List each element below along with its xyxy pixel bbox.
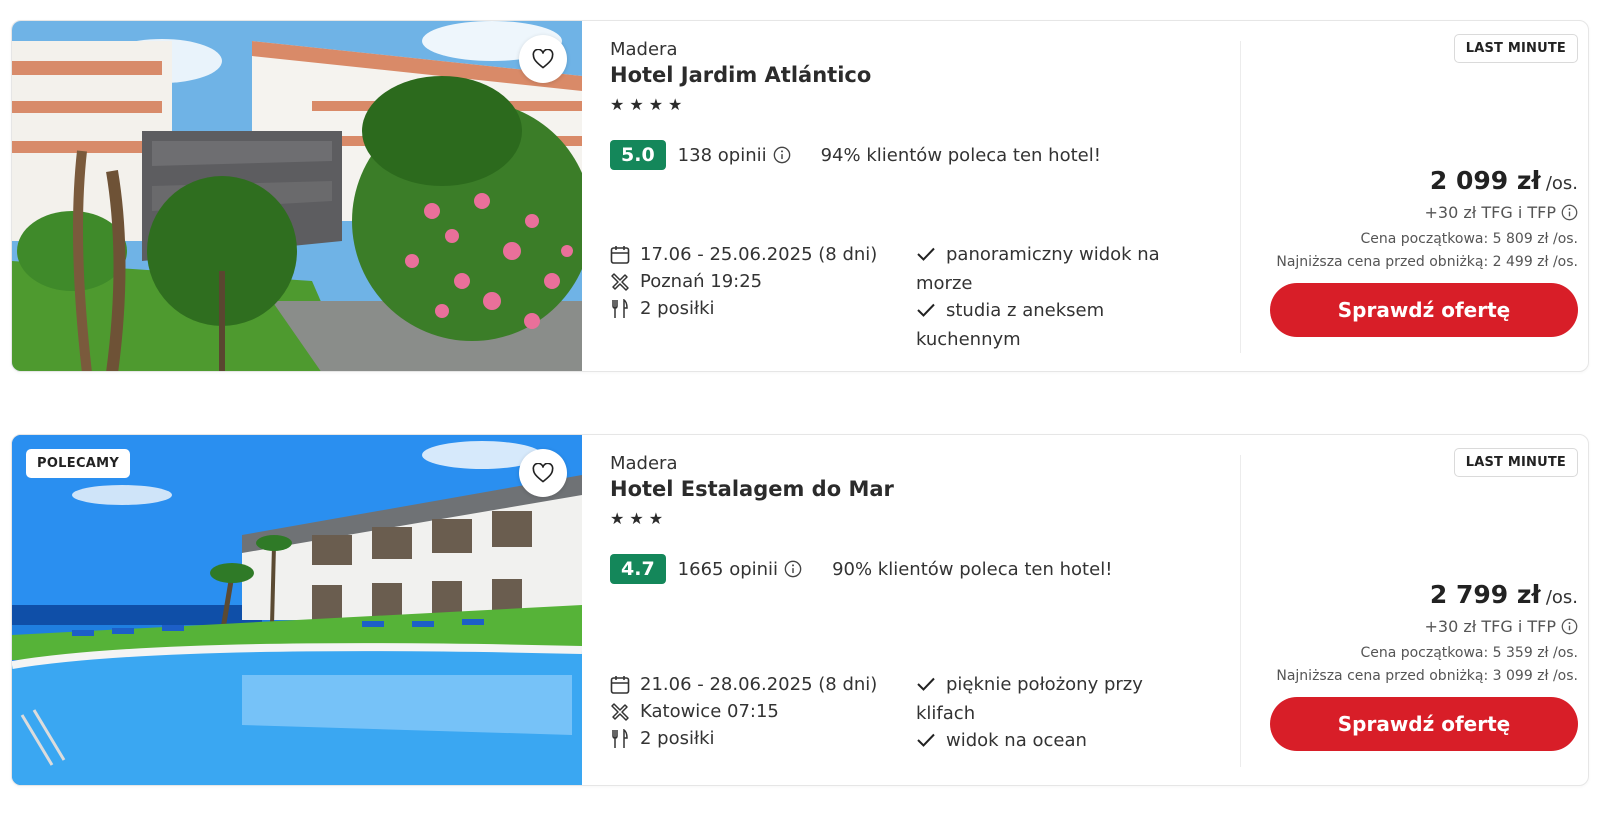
departure-row: Katowice 07:15	[610, 698, 900, 725]
reviews-link[interactable]: 1665 opinii	[678, 559, 778, 580]
hotel-photo[interactable]	[12, 21, 582, 371]
lowest-price: Najniższa cena przed obniżką: 3 099 zł /…	[1276, 668, 1578, 684]
price: 2 799 zł /os.	[1430, 580, 1578, 609]
region-label: Madera	[610, 453, 678, 474]
fee-line: +30 zł TFG i TFP	[1425, 617, 1579, 636]
star-rating: ★★★★	[610, 95, 688, 114]
reviews-link[interactable]: 138 opinii	[678, 145, 767, 166]
fee-text: +30 zł TFG i TFP	[1424, 617, 1557, 636]
meals-row: 2 posiłki	[610, 725, 900, 752]
feature-list: pięknie położony przy klifach widok na o…	[916, 671, 1176, 756]
dates-row: 21.06 - 28.06.2025 (8 dni)	[610, 671, 900, 698]
checkmark-icon	[916, 243, 938, 270]
divider	[1240, 41, 1241, 353]
heart-outline-icon	[532, 49, 554, 69]
meals-text: 2 posiłki	[640, 298, 715, 319]
offer-info: Madera Hotel Estalagem do Mar ★★★ 4.7 16…	[610, 435, 1250, 785]
price-unit: /os.	[1545, 587, 1578, 608]
offer-info: Madera Hotel Jardim Atlántico ★★★★ 5.0 1…	[610, 21, 1250, 371]
hotel-photo[interactable]	[12, 435, 582, 785]
feature-item: panoramiczny widok na morze	[916, 243, 1160, 294]
plane-icon	[611, 272, 629, 291]
calendar-icon	[610, 245, 630, 264]
info-circle-icon[interactable]	[773, 146, 791, 164]
info-circle-icon[interactable]	[1561, 204, 1578, 221]
score-badge: 5.0	[610, 140, 666, 170]
star-rating: ★★★	[610, 509, 669, 528]
check-offer-button[interactable]: Sprawdź ofertę	[1270, 283, 1578, 337]
heart-outline-icon	[532, 463, 554, 483]
meals-row: 2 posiłki	[610, 295, 900, 322]
feature-list: panoramiczny widok na morze studia z ane…	[916, 241, 1176, 353]
recommend-text: 94% klientów poleca ten hotel!	[820, 144, 1101, 166]
last-minute-tag: LAST MINUTE	[1453, 448, 1578, 477]
trip-details: 17.06 - 25.06.2025 (8 dni) Poznań 19:25 …	[610, 241, 900, 322]
price-amount: 2 799 zł	[1429, 580, 1541, 609]
calendar-icon	[610, 675, 630, 694]
lowest-price: Najniższa cena przed obniżką: 2 499 zł /…	[1276, 254, 1578, 270]
offer-card[interactable]: Madera Hotel Jardim Atlántico ★★★★ 5.0 1…	[11, 20, 1589, 372]
fork-knife-icon	[612, 728, 628, 748]
region-label: Madera	[610, 39, 678, 60]
price-amount: 2 099 zł	[1429, 166, 1541, 195]
fork-knife-icon	[612, 298, 628, 318]
feature-item: pięknie położony przy klifach	[916, 673, 1143, 724]
meals-text: 2 posiłki	[640, 728, 715, 749]
offer-card[interactable]: POLECAMY Madera Hotel Estalagem do Mar ★…	[11, 434, 1589, 786]
start-price: Cena początkowa: 5 359 zł /os.	[1360, 645, 1578, 661]
hotel-name[interactable]: Hotel Jardim Atlántico	[610, 63, 871, 87]
fee-line: +30 zł TFG i TFP	[1425, 203, 1579, 222]
fee-text: +30 zł TFG i TFP	[1424, 203, 1557, 222]
price-column: LAST MINUTE 2 099 zł /os. +30 zł TFG i T…	[1248, 21, 1578, 371]
favorite-button[interactable]	[519, 449, 567, 497]
price: 2 099 zł /os.	[1430, 166, 1578, 195]
feature-item: studia z aneksem kuchennym	[916, 299, 1105, 350]
dates-text: 21.06 - 28.06.2025 (8 dni)	[640, 674, 878, 695]
start-price: Cena początkowa: 5 809 zł /os.	[1360, 231, 1578, 247]
hotel-name[interactable]: Hotel Estalagem do Mar	[610, 477, 894, 501]
departure-text: Katowice 07:15	[640, 701, 779, 722]
recommend-text: 90% klientów poleca ten hotel!	[832, 558, 1113, 580]
recommended-badge: POLECAMY	[26, 449, 131, 478]
info-circle-icon[interactable]	[1561, 618, 1578, 635]
departure-row: Poznań 19:25	[610, 268, 900, 295]
trip-details: 21.06 - 28.06.2025 (8 dni) Katowice 07:1…	[610, 671, 900, 752]
rating-row: 4.7 1665 opinii 90% klientów poleca ten …	[610, 553, 1230, 585]
info-circle-icon[interactable]	[784, 560, 802, 578]
checkmark-icon	[916, 729, 938, 756]
price-column: LAST MINUTE 2 799 zł /os. +30 zł TFG i T…	[1248, 435, 1578, 785]
feature-item: widok na ocean	[916, 727, 1176, 756]
dates-row: 17.06 - 25.06.2025 (8 dni)	[610, 241, 900, 268]
divider	[1240, 455, 1241, 767]
rating-row: 5.0 138 opinii 94% klientów poleca ten h…	[610, 139, 1230, 171]
dates-text: 17.06 - 25.06.2025 (8 dni)	[640, 244, 878, 265]
score-badge: 4.7	[610, 554, 666, 584]
departure-text: Poznań 19:25	[640, 271, 763, 292]
price-unit: /os.	[1545, 173, 1578, 194]
plane-icon	[611, 702, 629, 721]
hotel-photo-illustration	[12, 435, 582, 785]
check-offer-button[interactable]: Sprawdź ofertę	[1270, 697, 1578, 751]
favorite-button[interactable]	[519, 35, 567, 83]
checkmark-icon	[916, 299, 938, 326]
hotel-photo-illustration	[12, 21, 582, 371]
checkmark-icon	[916, 673, 938, 700]
last-minute-tag: LAST MINUTE	[1453, 34, 1578, 63]
